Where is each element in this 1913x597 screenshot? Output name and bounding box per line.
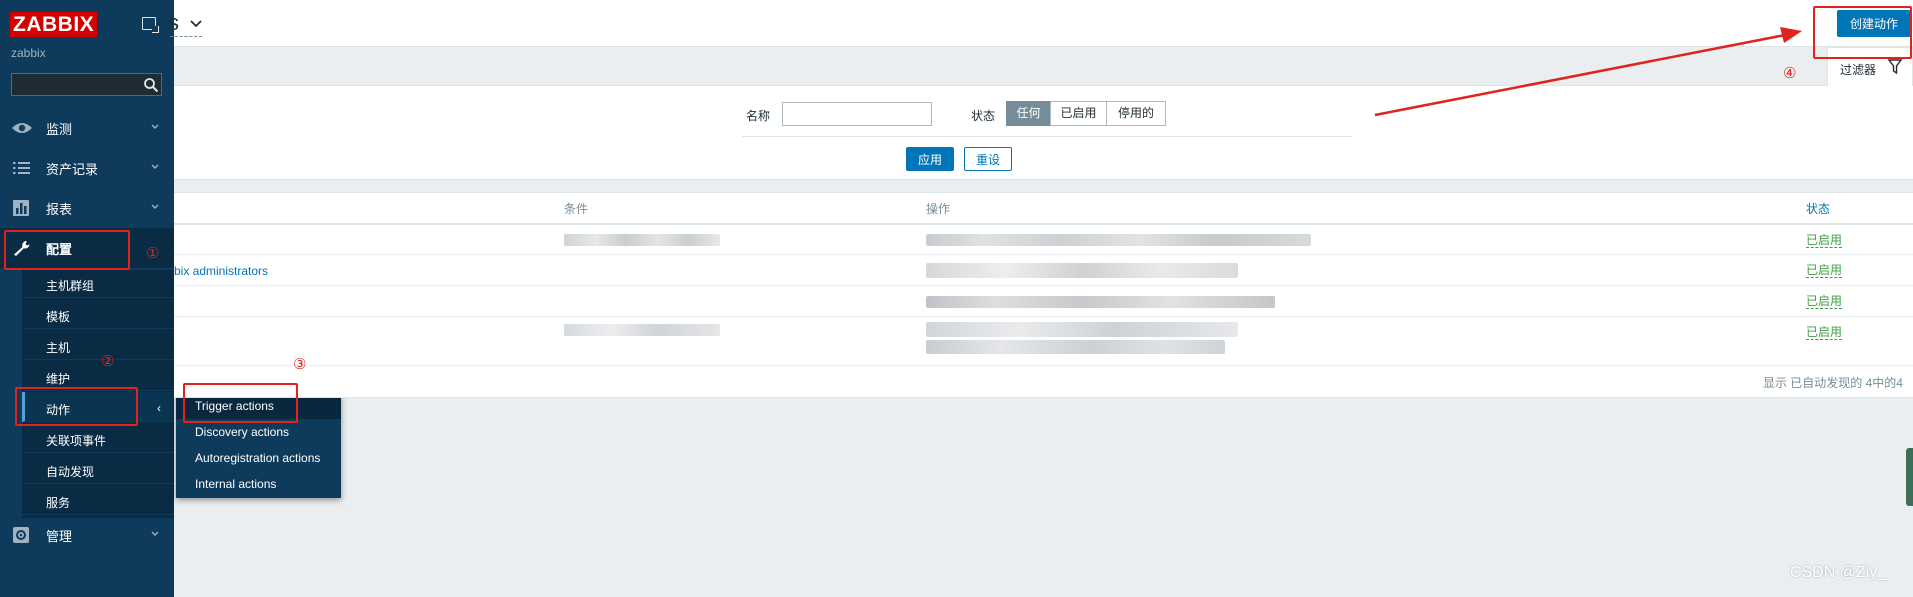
blurred-operations	[926, 322, 1238, 337]
blurred-operations	[926, 296, 1275, 308]
submenu-item-correlation[interactable]: 关联项事件	[22, 423, 174, 453]
column-header-operations: 操作	[926, 202, 951, 216]
submenu-label: 服务	[46, 496, 71, 510]
nav-administration[interactable]: 管理	[0, 515, 174, 555]
blurred-conditions	[564, 324, 720, 336]
table-row: 已启用	[174, 286, 1913, 317]
table-row: 已启用	[174, 225, 1913, 255]
annotation-arrow	[1374, 27, 1802, 117]
apply-button[interactable]: 应用	[906, 147, 954, 171]
zabbix-logo[interactable]: ZABBIX	[10, 12, 98, 37]
sidebar: ZABBIX zabbix 监测 资产记录 报表 配置 主机群组 模板 主机 维…	[0, 0, 174, 597]
submenu-label: 自动发现	[46, 465, 95, 479]
nav-label: 资产记录	[46, 161, 99, 177]
blurred-operations	[926, 340, 1225, 354]
submenu-item-services[interactable]: 服务	[22, 485, 174, 515]
nav-monitoring[interactable]: 监测	[0, 108, 174, 148]
submenu-label: 模板	[46, 310, 71, 324]
scroll-edge-widget[interactable]	[1906, 448, 1913, 506]
title-underline	[170, 36, 202, 37]
blurred-operations	[926, 234, 1311, 246]
list-icon	[13, 162, 30, 174]
actions-table: 条件 操作 状态 已启用 bix administrators 已启用 已启用 …	[174, 192, 1913, 398]
submenu-item-hosts[interactable]: 主机	[22, 330, 174, 360]
submenu-item-templates[interactable]: 模板	[22, 299, 174, 329]
status-option-disabled[interactable]: 停用的	[1106, 101, 1166, 126]
gear-icon	[13, 527, 29, 543]
annotation-box-create-action	[1813, 6, 1912, 59]
name-label: 名称	[746, 109, 771, 123]
nav-reports[interactable]: 报表	[0, 188, 174, 228]
server-name: zabbix	[11, 46, 46, 60]
filter-tab-label: 过滤器	[1840, 63, 1877, 77]
annotation-number: ②	[101, 353, 115, 370]
status-toggle[interactable]: 已启用	[1806, 234, 1843, 248]
filter-icon	[1888, 59, 1902, 75]
table-footer-count: 显示 已自动发现的 4中的4	[1762, 376, 1903, 390]
name-filter-input[interactable]	[782, 102, 932, 126]
submenu-label: 主机群组	[46, 279, 95, 293]
search-icon[interactable]	[143, 77, 159, 93]
status-option-enabled[interactable]: 已启用	[1050, 101, 1107, 126]
filter-divider	[742, 136, 1352, 137]
reset-button[interactable]: 重设	[964, 147, 1012, 171]
status-label: 状态	[971, 109, 996, 123]
submenu-item-host-groups[interactable]: 主机群组	[22, 268, 174, 298]
nav-inventory[interactable]: 资产记录	[0, 148, 174, 188]
annotation-number: ①	[146, 245, 160, 262]
table-row: 已启用	[174, 317, 1913, 366]
chevron-down-icon	[151, 204, 159, 209]
eye-icon	[12, 123, 32, 133]
status-toggle[interactable]: 已启用	[1806, 264, 1843, 278]
blurred-conditions	[564, 234, 720, 246]
submenu-label: 关联项事件	[46, 434, 107, 448]
chevron-down-icon	[151, 164, 159, 169]
submenu-label: 维护	[46, 372, 71, 386]
watermark: CSDN @Ziy_	[1790, 564, 1887, 581]
annotation-box-config	[4, 230, 130, 270]
chevron-down-icon[interactable]	[190, 20, 202, 28]
status-option-any[interactable]: 任何	[1006, 101, 1051, 126]
bar-chart-icon	[13, 200, 29, 216]
chevron-down-icon	[151, 531, 159, 536]
annotation-number: ③	[293, 356, 307, 373]
nav-label: 监测	[46, 121, 73, 137]
nav-label: 管理	[46, 528, 73, 544]
column-header-status[interactable]: 状态	[1806, 200, 1830, 217]
submenu-label: 主机	[46, 341, 71, 355]
annotation-box-trigger-actions	[183, 383, 298, 423]
column-header-conditions: 条件	[564, 202, 589, 216]
status-toggle[interactable]: 已启用	[1806, 295, 1843, 309]
chevron-left-icon: ‹	[157, 401, 161, 415]
submenu-item-discovery[interactable]: 自动发现	[22, 454, 174, 484]
chevron-down-icon	[151, 124, 159, 129]
blurred-operations	[926, 263, 1238, 278]
nav-label: 报表	[46, 201, 73, 217]
page-title[interactable]: s	[168, 10, 179, 36]
table-row: bix administrators 已启用	[174, 255, 1913, 286]
sidebar-collapse-icon[interactable]	[142, 17, 159, 33]
action-name-link[interactable]: bix administrators	[174, 264, 268, 278]
annotation-box-actions	[15, 387, 138, 426]
status-toggle[interactable]: 已启用	[1806, 326, 1843, 340]
sidebar-search-input[interactable]	[11, 73, 162, 96]
